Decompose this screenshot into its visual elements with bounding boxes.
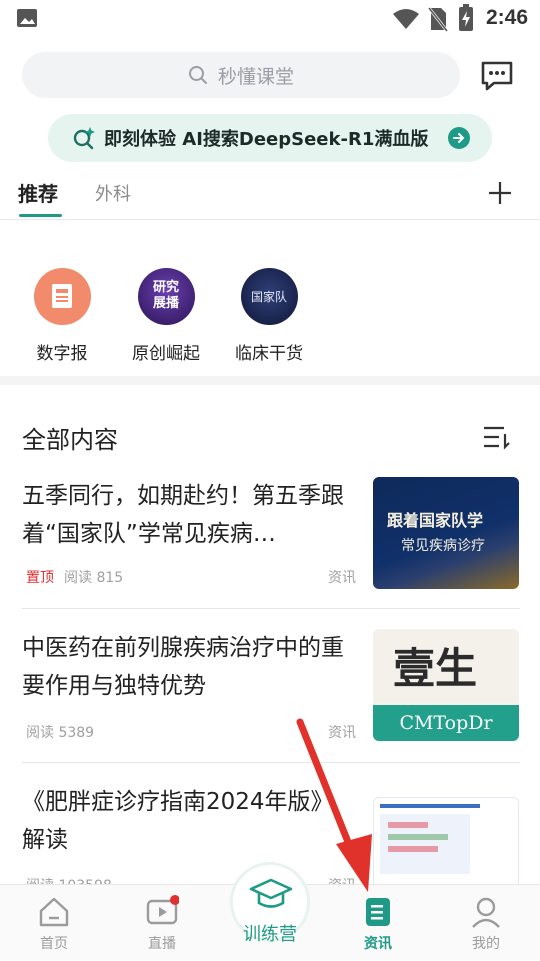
ai-search-icon: [73, 127, 95, 150]
news-item[interactable]: 中医药在前列腺疾病治疗中的重要作用与独特优势 阅读 5389 资讯 壹生 CMT…: [22, 629, 520, 741]
search-bar[interactable]: 秒懂课堂: [22, 52, 460, 98]
shortcut-original-rise[interactable]: 研究 展播 原创崛起: [116, 268, 216, 364]
news-title: 中医药在前列腺疾病治疗中的重要作用与独特优势: [22, 635, 344, 699]
wifi-icon: [393, 9, 419, 29]
news-meta: 置顶 阅读 815: [26, 567, 123, 587]
thumbnail-caption: 壹生: [393, 644, 478, 693]
message-icon[interactable]: [480, 60, 514, 92]
battery-charging-icon: [459, 4, 473, 31]
nav-label: 首页: [40, 936, 68, 952]
news-item[interactable]: 五季同行，如期赴约！第五季跟着“国家队”学常见疾病… 置顶 阅读 815 资讯 跟…: [22, 477, 520, 589]
nav-label: 直播: [148, 936, 176, 952]
shortcut-label: 临床干货: [235, 344, 303, 364]
nav-news[interactable]: 资讯: [338, 885, 418, 961]
profile-icon: [472, 897, 500, 928]
nav-profile[interactable]: 我的: [446, 885, 526, 961]
nav-label: 我的: [472, 936, 500, 952]
shortcut-label: 数字报: [36, 344, 88, 364]
newspaper-icon: [33, 268, 91, 325]
shortcut-label: 原创崛起: [132, 344, 200, 364]
tab-surgery[interactable]: 外科: [95, 180, 131, 206]
news-thumbnail: 跟着国家队学 常见疾病诊疗: [373, 477, 519, 589]
research-logo-icon: 研究 展播: [137, 268, 195, 325]
graduation-cap-icon: [249, 878, 293, 908]
thumbnail-caption: CMTopDr: [373, 705, 519, 741]
gallery-notification-icon: [17, 9, 37, 27]
news-title: 五季同行，如期赴约！第五季跟着“国家队”学常见疾病…: [22, 483, 344, 547]
divider: [22, 608, 520, 609]
shortcut-clinical-tips[interactable]: 国家队 临床干货: [219, 268, 319, 364]
nav-label: 资讯: [364, 936, 392, 952]
tab-recommend[interactable]: 推荐: [18, 178, 58, 207]
arrow-right-icon[interactable]: [448, 127, 470, 149]
news-book-icon: [366, 898, 390, 926]
news-category: 资讯: [328, 725, 356, 741]
news-thumbnail: 壹生 CMTopDr: [373, 629, 519, 741]
ai-search-banner[interactable]: 即刻体验 AI搜索DeepSeek-R1满血版: [48, 114, 492, 162]
nav-home[interactable]: 首页: [14, 885, 94, 961]
national-team-logo-icon: 国家队: [240, 268, 298, 325]
search-icon: [188, 66, 207, 84]
ai-banner-text: 即刻体验 AI搜索DeepSeek-R1满血版: [104, 129, 429, 150]
no-sim-icon: [428, 7, 448, 32]
nav-live[interactable]: 直播: [122, 885, 202, 961]
pinned-badge: 置顶: [26, 570, 54, 586]
read-count: 阅读 5389: [26, 725, 95, 741]
channel-tabs: 推荐 外科: [0, 170, 540, 220]
read-count: 阅读 815: [64, 570, 124, 586]
thumbnail-caption: 常见疾病诊疗: [401, 538, 485, 554]
active-tab-indicator: [19, 214, 62, 217]
search-placeholder: 秒懂课堂: [217, 65, 294, 88]
divider: [22, 762, 520, 763]
news-thumbnail: [373, 797, 519, 895]
nav-label: 训练营: [243, 924, 297, 945]
shortcut-digital-newspaper[interactable]: 数字报: [12, 268, 112, 364]
sort-filter-icon[interactable]: [482, 424, 510, 450]
home-icon: [39, 897, 69, 927]
section-title: 全部内容: [22, 426, 118, 454]
news-category: 资讯: [328, 570, 356, 586]
plus-icon[interactable]: [487, 180, 513, 206]
live-tv-icon: [146, 895, 179, 925]
status-bar: 2:46: [0, 0, 540, 38]
status-time: 2:46: [485, 6, 528, 29]
news-title: 《肥胖症诊疗指南2024年版》解读: [22, 789, 334, 853]
section-separator: [0, 376, 540, 385]
thumbnail-caption: 跟着国家队学: [387, 511, 484, 530]
